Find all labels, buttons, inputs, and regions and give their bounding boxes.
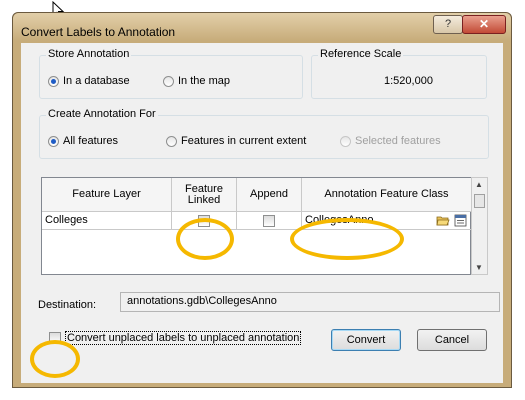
cancel-button[interactable]: Cancel	[417, 329, 487, 351]
cell-append	[237, 212, 302, 230]
radio-label: In a database	[63, 75, 130, 87]
reference-scale-group: Reference Scale 1:520,000	[311, 48, 487, 99]
column-header-feature-linked[interactable]: Feature Linked	[172, 178, 237, 212]
store-annotation-group: Store Annotation In a database In the ma…	[39, 48, 303, 99]
dialog-window: Convert Labels to Annotation ? ✕ Store A…	[12, 12, 512, 388]
scroll-thumb[interactable]	[474, 194, 485, 208]
cell-annotation-class: CollegesAnno	[302, 212, 472, 230]
scroll-down-icon[interactable]: ▼	[475, 263, 483, 272]
unplaced-labels-label: Convert unplaced labels to unplaced anno…	[65, 331, 302, 345]
radio-label: All features	[63, 135, 119, 147]
properties-icon[interactable]	[454, 213, 468, 227]
radio-in-database[interactable]: In a database	[48, 75, 130, 87]
radio-current-extent[interactable]: Features in current extent	[166, 135, 306, 147]
radio-label: In the map	[178, 75, 230, 87]
store-annotation-label: Store Annotation	[46, 48, 132, 60]
radio-dot	[48, 135, 59, 147]
help-button[interactable]: ?	[433, 15, 463, 34]
destination-label: Destination:	[38, 299, 97, 311]
convert-button[interactable]: Convert	[331, 329, 401, 351]
radio-dot	[163, 75, 174, 87]
create-annotation-group: Create Annotation For All features Featu…	[39, 108, 489, 159]
column-header-annotation-class[interactable]: Annotation Feature Class	[302, 178, 472, 212]
feature-linked-checkbox[interactable]	[198, 215, 210, 227]
radio-all-features[interactable]: All features	[48, 135, 118, 147]
annotation-class-value[interactable]: CollegesAnno	[305, 214, 374, 226]
radio-in-map[interactable]: In the map	[163, 75, 230, 87]
scroll-up-icon[interactable]: ▲	[475, 180, 483, 189]
reference-scale-label: Reference Scale	[318, 48, 404, 60]
reference-scale-value: 1:520,000	[384, 75, 433, 87]
dialog-title: Convert Labels to Annotation	[21, 25, 176, 39]
radio-dot	[166, 135, 177, 147]
open-folder-icon[interactable]	[436, 214, 450, 226]
table-vertical-scrollbar[interactable]: ▲ ▼	[471, 177, 488, 275]
cell-feature-linked	[172, 212, 237, 230]
radio-dot	[340, 135, 351, 147]
title-bar: Convert Labels to Annotation ? ✕	[13, 13, 511, 41]
append-checkbox[interactable]	[263, 215, 275, 227]
radio-dot	[48, 75, 59, 87]
create-annotation-label: Create Annotation For	[46, 108, 158, 120]
unplaced-labels-option[interactable]: Convert unplaced labels to unplaced anno…	[49, 331, 302, 345]
radio-label: Features in current extent	[181, 135, 307, 147]
cell-feature-layer[interactable]: Colleges	[42, 212, 172, 230]
column-header-append[interactable]: Append	[237, 178, 302, 212]
unplaced-labels-checkbox[interactable]	[49, 332, 61, 344]
close-button[interactable]: ✕	[462, 15, 506, 34]
destination-field[interactable]: annotations.gdb\CollegesAnno	[120, 292, 500, 312]
radio-label: Selected features	[355, 135, 441, 147]
radio-selected-features[interactable]: Selected features	[340, 135, 441, 147]
layers-table: Feature Layer Feature Linked Append Anno…	[41, 177, 472, 275]
dialog-body: Store Annotation In a database In the ma…	[21, 43, 503, 383]
column-header-feature-layer[interactable]: Feature Layer	[42, 178, 172, 212]
